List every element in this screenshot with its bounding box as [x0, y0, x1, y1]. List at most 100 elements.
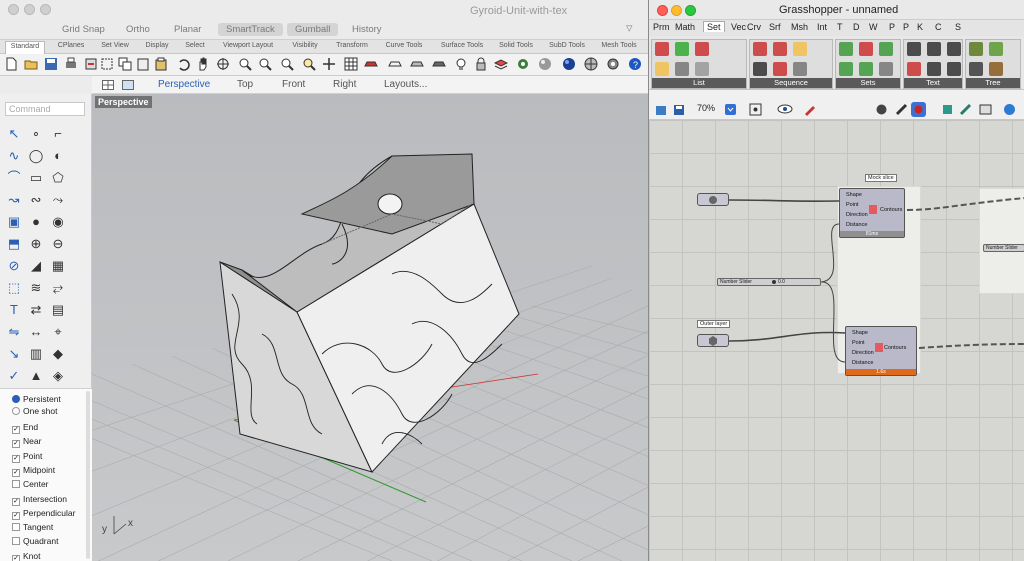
tab-surface-tools[interactable]: Surface Tools [434, 42, 490, 49]
preview-wireframe-icon[interactable] [875, 103, 888, 116]
gh-tab-c[interactable]: C [935, 22, 942, 32]
cylinder-icon[interactable]: ◉ [50, 214, 66, 230]
boolean-diff-icon[interactable]: ⊖ [50, 236, 66, 252]
zoom-selected-icon[interactable] [302, 57, 316, 71]
gh-component-1-4-icon[interactable] [793, 42, 807, 56]
smarttrack-toggle[interactable]: SmartTrack [218, 23, 283, 36]
sweep-icon[interactable]: ⥂ [50, 280, 66, 296]
gh-component-0-1-icon[interactable] [655, 62, 669, 76]
text-icon[interactable]: T [6, 302, 22, 318]
tab-subd-tools[interactable]: SubD Tools [544, 42, 590, 49]
gh-component-0-4-icon[interactable] [695, 42, 709, 56]
osnap-point-checkbox[interactable]: ✓ Point [12, 450, 42, 463]
gh-component-2-4-icon[interactable] [879, 42, 893, 56]
gh-tab-w[interactable]: W [869, 22, 878, 32]
surface-patch-icon[interactable]: ⬚ [6, 280, 22, 296]
osnap-midpoint-checkbox[interactable]: ✓ Midpoint [12, 464, 55, 477]
tab-visibility[interactable]: Visibility [285, 42, 325, 49]
input-direction[interactable]: Direction [846, 212, 868, 218]
zoom-window-icon[interactable] [258, 57, 272, 71]
gh-component-2-0-icon[interactable] [839, 42, 853, 56]
geometry-param-2[interactable] [697, 334, 729, 347]
tab-right[interactable]: Right [333, 79, 356, 90]
gh-canvas[interactable]: Mock slice Outer layer Number Slider 0.0… [649, 120, 1024, 561]
gh-component-3-1-icon[interactable] [907, 62, 921, 76]
output-contours[interactable]: Contours [880, 207, 902, 213]
tab-display[interactable]: Display [140, 42, 174, 49]
number-slider[interactable]: Number Slider 0.0 [717, 278, 821, 286]
copy-clipboard-icon[interactable] [136, 57, 150, 71]
perspective-viewport[interactable]: y x Perspective [92, 94, 648, 561]
gh-component-2-3-icon[interactable] [859, 62, 873, 76]
transform-icon[interactable]: ⇄ [28, 302, 44, 318]
gh-tab-int[interactable]: Int [817, 22, 827, 32]
tab-solid-tools[interactable]: Solid Tools [494, 42, 538, 49]
single-viewport-icon[interactable] [102, 80, 114, 90]
gh-component-3-2-icon[interactable] [927, 42, 941, 56]
leader-icon[interactable]: ↘ [6, 346, 22, 362]
zoom-dynamic-icon[interactable] [238, 57, 252, 71]
tab-front[interactable]: Front [282, 79, 305, 90]
osnap-end-checkbox[interactable]: ✓ End [12, 421, 38, 434]
mesh-icon[interactable]: ▦ [50, 258, 66, 274]
gh-component-3-0-icon[interactable] [907, 42, 921, 56]
circle-icon[interactable]: ◯ [28, 148, 44, 164]
close-window-button[interactable] [8, 4, 19, 15]
zoom-extents-icon[interactable] [749, 103, 762, 116]
solid-edit-icon[interactable]: ◆ [50, 346, 66, 362]
contour-component[interactable]: Shape Point Direction Distance Contours … [839, 188, 905, 238]
preview-selected-icon[interactable] [911, 102, 926, 117]
car-render-icon[interactable] [364, 57, 378, 71]
gh-component-0-5-icon[interactable] [695, 62, 709, 76]
material-sphere-icon[interactable] [538, 57, 552, 71]
ellipse-icon[interactable]: ◐ [50, 148, 66, 164]
tab-cplanes[interactable]: CPlanes [52, 42, 90, 49]
gh-component-3-5-icon[interactable] [947, 62, 961, 76]
preview-shaded-icon[interactable] [895, 103, 908, 116]
sketch-pen-icon[interactable] [803, 103, 816, 116]
layer-icon[interactable] [494, 57, 508, 71]
gh-component-1-0-icon[interactable] [753, 42, 767, 56]
light-bulb-icon[interactable] [454, 57, 468, 71]
osnap-quadrant-checkbox[interactable]: Quadrant [12, 535, 58, 547]
osnap-tangent-checkbox[interactable]: Tangent [12, 521, 53, 533]
gh-component-4-2-icon[interactable] [989, 42, 1003, 56]
render-sphere-icon[interactable] [562, 57, 576, 71]
osnap-center-checkbox[interactable]: Center [12, 478, 49, 490]
help-icon[interactable]: ? [628, 57, 642, 71]
environment-icon[interactable] [584, 57, 598, 71]
grid-snap-toggle[interactable]: Grid Snap [62, 24, 105, 35]
input-direction[interactable]: Direction [852, 350, 874, 356]
tab-mesh-tools[interactable]: Mesh Tools [596, 42, 642, 49]
bake-icon[interactable] [941, 103, 954, 116]
gh-zoom-button[interactable] [685, 5, 696, 16]
minimize-window-button[interactable] [24, 4, 35, 15]
open-file-icon[interactable] [655, 104, 667, 116]
gh-component-4-1-icon[interactable] [969, 62, 983, 76]
gh-component-2-1-icon[interactable] [839, 62, 853, 76]
gumball-toggle[interactable]: Gumball [287, 23, 339, 36]
polyline-icon[interactable]: ⌐ [50, 126, 66, 142]
hatch-icon[interactable]: ▥ [28, 346, 44, 362]
planar-toggle[interactable]: Planar [174, 24, 201, 35]
array-icon[interactable]: ▤ [50, 302, 66, 318]
gh-component-3-4-icon[interactable] [947, 42, 961, 56]
command-input[interactable]: Command [5, 102, 85, 116]
gh-component-4-3-icon[interactable] [989, 62, 1003, 76]
zoom-window-button[interactable] [40, 4, 51, 15]
contour-component-2[interactable]: Shape Point Direction Distance Contours … [845, 326, 917, 376]
gh-tab-s[interactable]: S [955, 22, 961, 32]
properties-icon[interactable] [516, 57, 530, 71]
wireframe-car-icon[interactable] [388, 57, 402, 71]
rectangle-icon[interactable]: ▭ [28, 170, 44, 186]
pan-hand-icon[interactable] [196, 57, 210, 71]
gh-component-2-5-icon[interactable] [879, 62, 893, 76]
box-icon[interactable]: ▣ [6, 214, 22, 230]
import-icon[interactable] [84, 57, 98, 71]
input-shape[interactable]: Shape [852, 330, 868, 336]
note-outer-layer[interactable]: Outer layer [697, 320, 731, 328]
free-curve-icon[interactable]: ⤳ [50, 192, 66, 208]
globe-icon[interactable] [1003, 103, 1016, 116]
select-arrow-icon[interactable]: ↖ [6, 126, 22, 142]
gh-component-0-2-icon[interactable] [675, 42, 689, 56]
